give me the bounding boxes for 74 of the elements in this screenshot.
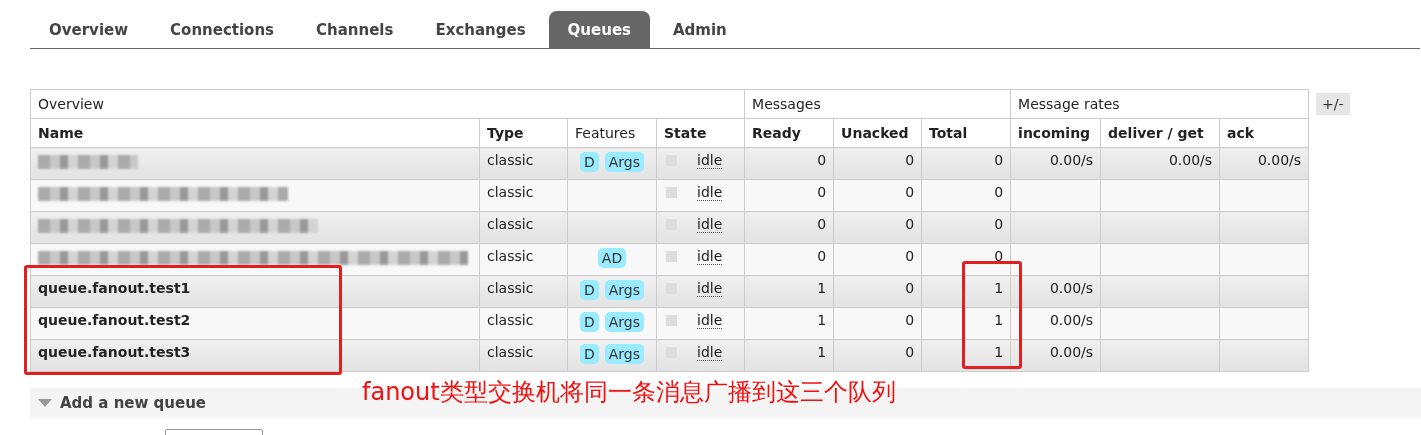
state-label: idle bbox=[697, 280, 723, 297]
column-header[interactable]: State bbox=[656, 118, 745, 148]
table-cell: classic bbox=[479, 179, 568, 212]
state-indicator-icon bbox=[666, 315, 677, 326]
triangle-icon bbox=[38, 398, 52, 408]
nav-tab[interactable]: Queues bbox=[548, 11, 650, 48]
section-toggle[interactable]: Add a new queue bbox=[60, 394, 207, 412]
table-cell: classic bbox=[479, 147, 568, 180]
nav-tab[interactable]: Channels bbox=[297, 11, 413, 48]
table-cell: 0 bbox=[833, 179, 922, 212]
state-indicator-icon bbox=[666, 187, 677, 198]
feature-badge: Args bbox=[604, 280, 645, 300]
table-cell: 0 bbox=[744, 211, 834, 244]
table-cell: 1 bbox=[744, 339, 834, 372]
table-cell: 1 bbox=[744, 275, 834, 308]
column-header[interactable]: Ready bbox=[744, 118, 834, 148]
queue-name-link[interactable]: queue.fanout.test2 bbox=[38, 312, 191, 328]
feature-badge: D bbox=[579, 312, 599, 332]
feature-badge: AD bbox=[597, 248, 627, 268]
column-group-header: Messages bbox=[744, 89, 1011, 119]
annotation-text: fanout类型交换机将同一条消息广播到这三个队列 bbox=[362, 377, 896, 408]
table-cell: 1 bbox=[744, 307, 834, 340]
column-header[interactable]: ack bbox=[1219, 118, 1309, 148]
columns-toggle-button[interactable]: +/- bbox=[1316, 93, 1350, 115]
table-cell: classic bbox=[479, 243, 568, 276]
nav-tab[interactable]: Overview bbox=[30, 11, 148, 48]
table-cell: classic bbox=[479, 211, 568, 244]
table-cell: 0 bbox=[833, 307, 922, 340]
table-cell: 0 bbox=[921, 179, 1011, 212]
nav-tab[interactable]: Admin bbox=[654, 11, 746, 48]
table-cell: 0 bbox=[921, 147, 1011, 180]
state-label: idle bbox=[697, 248, 723, 265]
feature-badge: Args bbox=[604, 152, 645, 172]
state-label: idle bbox=[697, 216, 723, 233]
column-header[interactable]: incoming bbox=[1010, 118, 1101, 148]
feature-badge: Args bbox=[604, 312, 645, 332]
state-label: idle bbox=[697, 152, 723, 169]
state-label: idle bbox=[697, 344, 723, 361]
nav-tab[interactable]: Connections bbox=[151, 11, 294, 48]
table-cell: 0 bbox=[833, 147, 922, 180]
column-header[interactable]: Features bbox=[567, 118, 657, 148]
table-cell: classic bbox=[479, 339, 568, 372]
nav-tab[interactable]: Exchanges bbox=[416, 11, 545, 48]
column-header[interactable]: Total bbox=[921, 118, 1011, 148]
queue-name-link[interactable]: queue.fanout.test1 bbox=[38, 280, 191, 296]
queue-name-link[interactable]: queue.fanout.test3 bbox=[38, 344, 191, 360]
column-header[interactable]: Type bbox=[479, 118, 568, 148]
feature-badge: Args bbox=[604, 344, 645, 364]
column-group-header: Overview bbox=[30, 89, 745, 119]
table-cell: 0 bbox=[833, 339, 922, 372]
table-cell: classic bbox=[479, 307, 568, 340]
state-indicator-icon bbox=[666, 251, 677, 262]
table-cell: 0 bbox=[744, 243, 834, 276]
table-cell: 0 bbox=[833, 243, 922, 276]
table-cell: 0.00/s bbox=[1010, 275, 1101, 308]
table-cell: 0.00/s bbox=[1010, 147, 1101, 180]
column-header[interactable]: Name bbox=[30, 118, 480, 148]
column-header[interactable]: deliver / get bbox=[1100, 118, 1220, 148]
table-cell: 0 bbox=[921, 211, 1011, 244]
table-cell: 0 bbox=[833, 211, 922, 244]
table-cell: 0 bbox=[744, 179, 834, 212]
table-cell: 0.00/s bbox=[1219, 147, 1309, 180]
table-cell: 0.00/s bbox=[1100, 147, 1220, 180]
feature-badge: D bbox=[579, 344, 599, 364]
column-group-header: Message rates bbox=[1010, 89, 1309, 119]
feature-badge: D bbox=[579, 152, 599, 172]
table-cell: 0.00/s bbox=[1010, 307, 1101, 340]
state-label: idle bbox=[697, 312, 723, 329]
column-header[interactable]: Unacked bbox=[833, 118, 922, 148]
table-cell: 0 bbox=[833, 275, 922, 308]
table-cell: 0 bbox=[744, 147, 834, 180]
feature-badge: D bbox=[579, 280, 599, 300]
table-cell: classic bbox=[479, 275, 568, 308]
state-label: idle bbox=[697, 184, 723, 201]
